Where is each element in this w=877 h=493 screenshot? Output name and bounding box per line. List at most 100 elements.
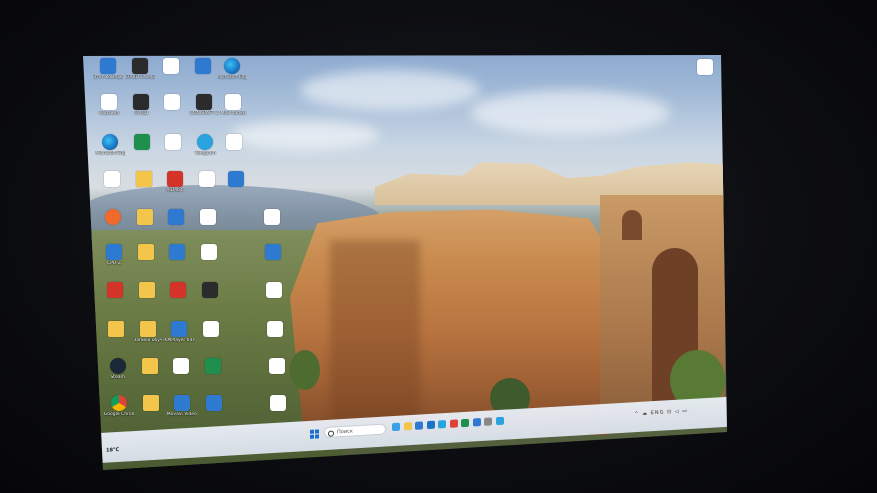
desktop-icon[interactable]: Steam [103, 358, 133, 380]
desktop-icon[interactable] [127, 134, 157, 151]
desktop-icon[interactable]: KMPlayer 64X [164, 321, 194, 343]
taskbar-app-icon[interactable] [484, 417, 492, 426]
desktop-icon[interactable] [258, 244, 288, 261]
app-icon [226, 134, 243, 150]
desktop-icon[interactable] [188, 58, 218, 75]
taskbar-app-icon[interactable] [461, 418, 469, 428]
app-icon [165, 134, 182, 150]
desktop-icon[interactable] [193, 209, 223, 226]
taskbar-app-icon[interactable] [403, 422, 412, 431]
desktop-icon-label: AIDA64 [166, 188, 183, 193]
desktop-icon[interactable] [129, 171, 159, 188]
desktop-icon[interactable] [195, 282, 225, 299]
desktop-icon[interactable] [260, 321, 290, 338]
app-icon [139, 282, 156, 298]
desktop-icon[interactable] [194, 244, 224, 261]
desktop-icon-label: CONCRAFT 2 [189, 111, 219, 116]
desktop-icon[interactable]: Этот компьютер [93, 58, 123, 80]
desktop-icon[interactable] [162, 244, 192, 261]
desktop-icon[interactable] [199, 395, 229, 412]
desktop-icon[interactable]: Google Chrome [104, 395, 134, 417]
desktop-icon[interactable] [262, 358, 292, 375]
taskbar-search-input[interactable]: Поиск [324, 423, 386, 439]
app-icon [136, 209, 153, 225]
desktop-icon[interactable]: Telegram [190, 134, 220, 156]
desktop-icon[interactable] [192, 171, 222, 188]
desktop-screen: Этот компьютерCPUID HWMonitor Microsoft E… [83, 55, 727, 470]
taskbar-app-icon[interactable] [415, 421, 423, 430]
desktop-icon[interactable] [157, 94, 187, 111]
system-tray-icons[interactable]: ^ ☁ ENG ⊡ ◁ ▭ [634, 408, 688, 417]
desktop-icon[interactable] [136, 395, 166, 412]
app-icon [225, 94, 242, 110]
desktop-icon[interactable]: CONCRAFT 2 [189, 94, 219, 116]
taskbar-app-icon[interactable] [426, 420, 435, 430]
app-icon [134, 134, 151, 150]
desktop-icon[interactable]: AIDA64 [160, 171, 190, 193]
desktop-icon[interactable] [130, 209, 160, 226]
desktop-icon[interactable] [263, 395, 293, 412]
app-icon [106, 244, 122, 260]
taskbar-app-icon[interactable] [438, 420, 446, 429]
desktop-icon[interactable] [101, 321, 131, 338]
app-icon [205, 395, 222, 411]
taskbar-app-icon[interactable] [472, 418, 481, 427]
app-icon [202, 282, 219, 298]
taskbar-app-icon[interactable] [449, 419, 458, 428]
app-icon [198, 171, 215, 187]
desktop-icon[interactable] [131, 244, 161, 261]
desktop-icon[interactable]: Мои папки [218, 94, 248, 116]
desktop-icon-top-right[interactable] [690, 59, 720, 76]
app-icon [197, 134, 214, 150]
desktop-icon[interactable] [219, 134, 249, 151]
app-icon [104, 209, 121, 225]
desktop-icon-label: Корзина [99, 111, 120, 116]
app-icon [138, 244, 154, 260]
desktop-icon[interactable] [161, 209, 191, 226]
desktop-icon-label: Microsoft Edge [95, 151, 126, 156]
desktop-icon[interactable]: CPUID HWMonitor [125, 58, 155, 80]
desktop-icon[interactable] [132, 282, 162, 299]
app-icon [173, 395, 190, 411]
taskbar-app-icon[interactable] [392, 422, 400, 432]
app-icon [267, 321, 284, 337]
desktop-icon[interactable] [198, 358, 228, 375]
desktop-icon[interactable] [100, 282, 130, 299]
desktop-icon-label: Telegram [195, 151, 216, 156]
app-icon [164, 94, 181, 110]
desktop-icon[interactable] [135, 358, 165, 375]
desktop-icon[interactable]: Корзина [94, 94, 124, 116]
app-icon [142, 395, 159, 411]
desktop-icon[interactable]: Microsoft Edge [95, 134, 125, 156]
taskbar-app-icon[interactable] [495, 416, 504, 426]
desktop-icon[interactable] [97, 171, 127, 188]
desktop-icon[interactable] [98, 209, 128, 226]
desktop-icon-label: Steam [110, 375, 125, 380]
desktop-icon[interactable]: Movavi Video Suite [167, 395, 197, 417]
app-icon [102, 134, 119, 150]
desktop-icon[interactable]: Microsoft Edge [217, 58, 247, 80]
app-icon [166, 171, 183, 187]
desktop-icon[interactable] [259, 282, 289, 299]
weather-widget[interactable]: 18°C [106, 447, 119, 454]
desktop-icon[interactable] [158, 134, 188, 151]
desktop-icon[interactable] [221, 171, 251, 188]
desktop-icon[interactable] [156, 58, 186, 75]
desktop-icon[interactable]: Записи обучения [133, 321, 163, 343]
app-icon [100, 58, 116, 74]
desktop-icon[interactable] [257, 209, 287, 226]
desktop-icon[interactable] [166, 358, 196, 375]
windows-start-icon[interactable] [310, 429, 319, 439]
app-icon [163, 58, 179, 74]
desktop-icon[interactable] [196, 321, 226, 338]
app-icon [265, 244, 281, 260]
desktop-icon[interactable]: CPUID [126, 94, 156, 116]
search-placeholder: Поиск [337, 428, 353, 436]
app-icon [266, 282, 283, 298]
desktop-icon[interactable] [163, 282, 193, 299]
app-icon [269, 395, 286, 411]
app-icon [203, 321, 220, 337]
search-icon [328, 430, 334, 437]
desktop-icon-label: KMPlayer 64X [164, 338, 195, 343]
desktop-icon[interactable]: CPU-Z [99, 244, 129, 266]
